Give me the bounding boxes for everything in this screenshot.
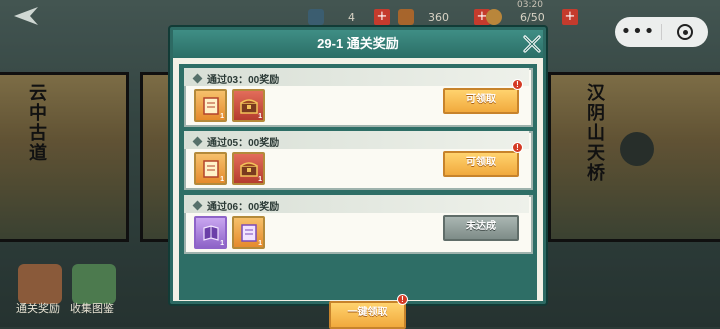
scroll-icon (202, 159, 219, 178)
collection-icon[interactable] (72, 264, 116, 304)
reward-row: 通过05：00奖励 1 1 可领取 ! (184, 131, 533, 190)
stamina-counter: 4 + (308, 8, 390, 26)
reward-row-title-text: 通过06：00奖励 (207, 202, 280, 213)
stamina-icon (308, 9, 324, 25)
diamond-icon (192, 73, 203, 84)
item-quantity: 1 (258, 113, 262, 120)
gold-value: 360 (428, 10, 449, 24)
energy-add-button[interactable]: + (562, 9, 578, 25)
back-arrow-icon[interactable] (12, 4, 42, 28)
purple-book-icon (202, 224, 219, 241)
item-quantity: 1 (220, 176, 224, 183)
reward-item[interactable]: 1 (194, 216, 227, 249)
energy-counter: 6/50 + (486, 8, 578, 26)
stamina-add-button[interactable]: + (374, 9, 390, 25)
treasure-chest-icon (239, 161, 258, 177)
reward-list: 通过03：00奖励 1 1 可领取 ! 通过05：00奖励 1 1 可领取 ! … (179, 64, 537, 329)
item-quantity: 1 (258, 176, 262, 183)
scroll-icon (202, 96, 219, 115)
collection-label: 收集图鉴 (70, 302, 114, 315)
reward-row-title-text: 通过03：00奖励 (207, 75, 280, 86)
reward-items: 1 1 (194, 216, 265, 249)
reward-row-title: 通过06：00奖励 (192, 198, 280, 213)
reward-row-title: 通过03：00奖励 (192, 71, 280, 86)
reward-item[interactable]: 1 (232, 152, 265, 185)
reward-items: 1 1 (194, 152, 265, 185)
item-quantity: 1 (220, 113, 224, 120)
dialog-title: 29-1 通关奖励 (173, 30, 543, 58)
reward-item[interactable]: 1 (194, 152, 227, 185)
notification-badge: ! (397, 294, 408, 305)
reward-item[interactable]: 1 (232, 216, 265, 249)
not-achieved-button[interactable]: 未达成 (443, 215, 519, 241)
item-quantity: 1 (220, 240, 224, 247)
reward-items: 1 1 (194, 89, 265, 122)
reward-row: 通过03：00奖励 1 1 可领取 ! (184, 68, 533, 127)
gold-icon (398, 9, 414, 25)
reward-row-title-text: 通过05：00奖励 (207, 138, 280, 149)
energy-icon (486, 9, 502, 25)
notification-badge: ! (512, 142, 523, 153)
reward-item[interactable]: 1 (232, 89, 265, 122)
reward-row-title: 通过05：00奖励 (192, 134, 280, 149)
notification-badge: ! (512, 79, 523, 90)
close-button[interactable] (519, 31, 545, 57)
item-quantity: 1 (258, 240, 262, 247)
close-icon (523, 35, 541, 53)
claim-button[interactable]: 可领取 (443, 151, 519, 177)
stamina-value: 4 (348, 10, 355, 24)
reward-item[interactable]: 1 (194, 89, 227, 122)
more-menu-icon[interactable]: ••• (615, 23, 661, 41)
clear-reward-label: 通关奖励 (16, 302, 60, 315)
scroll-icon (240, 223, 257, 242)
claim-button[interactable]: 可领取 (443, 88, 519, 114)
treasure-chest-icon (239, 98, 258, 114)
gold-counter: 360 + (398, 8, 490, 26)
clear-reward-icon[interactable] (18, 264, 62, 304)
diamond-icon (192, 200, 203, 211)
diamond-icon (192, 136, 203, 147)
claim-all-button[interactable]: 一键领取 (329, 301, 406, 329)
reward-row: 通过06：00奖励 1 1 未达成 (184, 195, 533, 254)
energy-value: 6/50 (520, 10, 545, 24)
clear-reward-dialog: 29-1 通关奖励 通过03：00奖励 1 1 可领取 ! 通过05：00奖励 … (170, 27, 546, 329)
miniprogram-capsule: ••• (615, 17, 708, 47)
exit-miniprogram-icon[interactable] (662, 24, 708, 40)
